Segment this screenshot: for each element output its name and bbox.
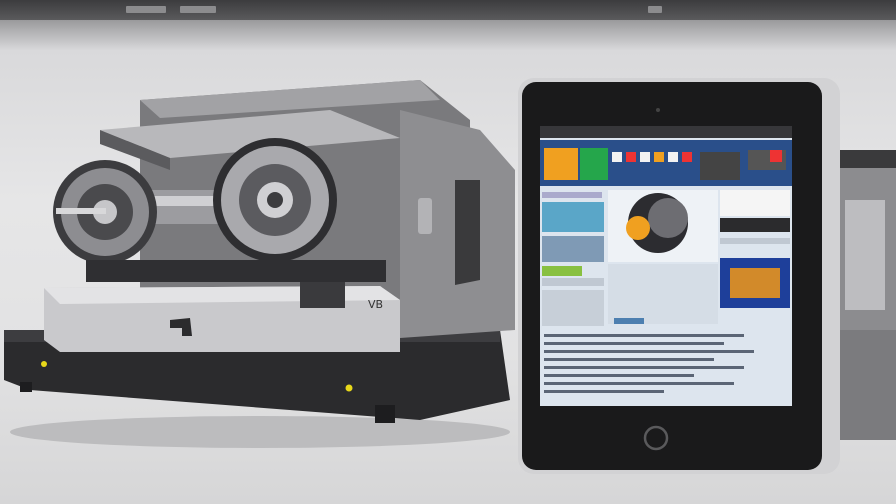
cnc-machine: VB [4,80,515,448]
top-bar-mark [648,6,662,13]
top-bar-mark [126,6,166,13]
svg-text:VB: VB [368,298,383,311]
background-machine-edge [835,150,896,440]
tablet [518,78,840,474]
top-bar [0,0,896,20]
top-bar-mark [180,6,216,13]
